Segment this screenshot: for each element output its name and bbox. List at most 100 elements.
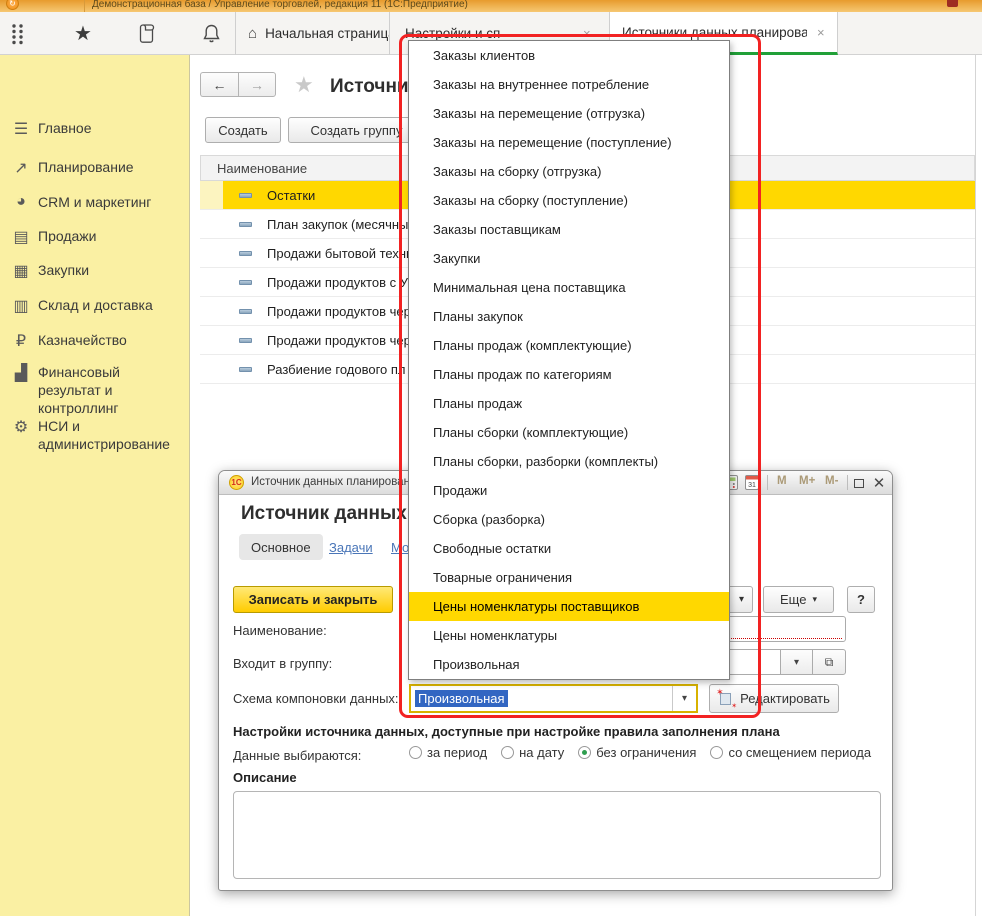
main-menu-icon[interactable] [4, 12, 32, 55]
dropdown-item[interactable]: Планы закупок [409, 302, 729, 331]
dropdown-item[interactable]: Планы продаж [409, 389, 729, 418]
group-dropdown-button[interactable]: ▾ [780, 649, 813, 675]
schema-combobox[interactable]: Произвольная ▾ [409, 684, 698, 713]
radio-bez-ogranicheniya[interactable]: без ограничения [578, 745, 696, 760]
dropdown-item[interactable]: Товарные ограничения [409, 563, 729, 592]
dropdown-item[interactable]: Заказы на перемещение (поступление) [409, 128, 729, 157]
dropdown-item[interactable]: Заказы на сборку (поступление) [409, 186, 729, 215]
save-and-close-button[interactable]: Записать и закрыть [233, 586, 393, 613]
dropdown-item[interactable]: Произвольная [409, 650, 729, 679]
radio-na-datu[interactable]: на дату [501, 745, 564, 760]
help-button[interactable]: ? [847, 586, 875, 613]
item-dash-icon [239, 367, 252, 372]
forward-button[interactable]: → [238, 72, 276, 97]
bag-icon: ▤ [0, 227, 38, 247]
cart-icon: ▦ [0, 261, 38, 281]
radio-so-smeshcheniem[interactable]: со смещением периода [710, 745, 871, 760]
history-icon[interactable] [132, 12, 162, 55]
item-dash-icon [239, 338, 252, 343]
period-label: Данные выбираются: [233, 748, 361, 763]
chevron-down-icon: ▾ [794, 657, 799, 668]
chevron-down-icon: ▾ [812, 594, 817, 605]
app-window: ↻ Демонстрационная база / Управление тор… [0, 0, 982, 916]
memory-m-plus-button[interactable]: М+ [799, 475, 815, 487]
sidebar-item-sales[interactable]: ▤Продажи [0, 227, 190, 247]
dialog-header: Источник данных пл [241, 503, 436, 525]
description-label: Описание [233, 770, 297, 785]
tab-planning-sources-close-icon[interactable]: × [817, 25, 825, 40]
schema-dropdown-list: Заказы клиентов Заказы на внутреннее пот… [408, 40, 730, 680]
ruble-icon: ₽ [0, 331, 38, 351]
sidebar-item-treasury[interactable]: ₽Казначейство [0, 331, 190, 351]
schema-field-label: Схема компоновки данных: [233, 691, 399, 706]
sidebar-item-planning[interactable]: ↗Планирование [0, 158, 190, 178]
dialog-tab-main[interactable]: Основное [239, 534, 323, 560]
favorites-star-icon[interactable]: ★ [68, 12, 98, 55]
dropdown-item[interactable]: Заказы на сборку (отгрузка) [409, 157, 729, 186]
item-dash-icon [239, 251, 252, 256]
titlebar-divider [84, 0, 85, 12]
sidebar: ☰Главное ↗Планирование ◕CRM и маркетинг … [0, 55, 190, 916]
radio-icon [710, 746, 723, 759]
calendar-icon[interactable]: 31 [745, 475, 759, 493]
gear-icon: ⚙ [0, 417, 38, 437]
dropdown-item-highlighted[interactable]: Цены номенклатуры поставщиков [409, 592, 729, 621]
more-button[interactable]: Еще▾ [763, 586, 834, 613]
sidebar-item-warehouse[interactable]: ▥Склад и доставка [0, 296, 190, 316]
dropdown-item[interactable]: Сборка (разборка) [409, 505, 729, 534]
group-field-label: Входит в группу: [233, 656, 332, 671]
tab-home-label: Начальная страница [265, 26, 389, 41]
open-form-icon: ⧉ [825, 655, 834, 670]
dropdown-item[interactable]: Планы сборки (комплектующие) [409, 418, 729, 447]
dropdown-item[interactable]: Заказы на внутреннее потребление [409, 70, 729, 99]
tab-home[interactable]: ⌂ Начальная страница [235, 12, 390, 55]
planning-icon: ↗ [0, 158, 38, 178]
schema-selected-value: Произвольная [415, 690, 508, 707]
period-radio-group: за период на дату без ограничения со сме… [409, 745, 871, 760]
dialog-tab-notes[interactable]: Мо [391, 534, 409, 560]
edit-button[interactable]: ✶✶ Редактировать [709, 684, 839, 713]
sidebar-item-main[interactable]: ☰Главное [0, 119, 190, 139]
sidebar-item-finance[interactable]: ▟Финансовый результат и контроллинг [0, 363, 190, 417]
dropdown-item[interactable]: Заказы клиентов [409, 41, 729, 70]
dropdown-item[interactable]: Закупки [409, 244, 729, 273]
dropdown-item[interactable]: Цены номенклатуры [409, 621, 729, 650]
home-icon: ⌂ [248, 25, 257, 42]
nav-buttons: ← → [200, 72, 276, 97]
tab-settings-close-icon[interactable]: × [583, 26, 591, 41]
chevron-down-icon: ▾ [682, 693, 687, 704]
dropdown-item[interactable]: Заказы поставщикам [409, 215, 729, 244]
back-button[interactable]: ← [200, 72, 238, 97]
sidebar-item-purchases[interactable]: ▦Закупки [0, 261, 190, 281]
radio-za-period[interactable]: за период [409, 745, 487, 760]
dropdown-item[interactable]: Продажи [409, 476, 729, 505]
close-icon[interactable]: ✕ [871, 475, 887, 491]
dropdown-item[interactable]: Планы сборки, разборки (комплекты) [409, 447, 729, 476]
dropdown-item[interactable]: Планы продаж (комплектующие) [409, 331, 729, 360]
group-open-button[interactable]: ⧉ [812, 649, 846, 675]
memory-m-button[interactable]: М [777, 475, 787, 487]
dropdown-item[interactable]: Свободные остатки [409, 534, 729, 563]
dropdown-item[interactable]: Заказы на перемещение (отгрузка) [409, 99, 729, 128]
favorite-star-icon[interactable]: ★ [294, 72, 314, 98]
radio-icon [501, 746, 514, 759]
sidebar-item-admin[interactable]: ⚙НСИ и администрирование [0, 417, 190, 453]
create-button[interactable]: Создать [205, 117, 281, 143]
memory-m-minus-button[interactable]: М- [825, 475, 838, 487]
bar-chart-icon: ▟ [0, 363, 38, 383]
dialog-tab-tasks[interactable]: Задачи [329, 534, 373, 560]
window-close-icon[interactable] [947, 0, 958, 7]
sidebar-item-crm[interactable]: ◕CRM и маркетинг [0, 193, 190, 211]
pie-chart-icon: ◕ [0, 193, 38, 211]
create-group-button[interactable]: Создать группу [288, 117, 425, 143]
warehouse-icon: ▥ [0, 296, 38, 316]
dropdown-item[interactable]: Минимальная цена поставщика [409, 273, 729, 302]
schema-dropdown-button[interactable]: ▾ [672, 686, 696, 711]
notifications-bell-icon[interactable] [196, 12, 226, 55]
page-title: Источни [330, 76, 409, 98]
radio-icon [409, 746, 422, 759]
maximize-icon[interactable] [851, 475, 867, 491]
description-textarea[interactable] [233, 791, 881, 879]
dropdown-item[interactable]: Планы продаж по категориям [409, 360, 729, 389]
menu-icon: ☰ [0, 119, 38, 139]
